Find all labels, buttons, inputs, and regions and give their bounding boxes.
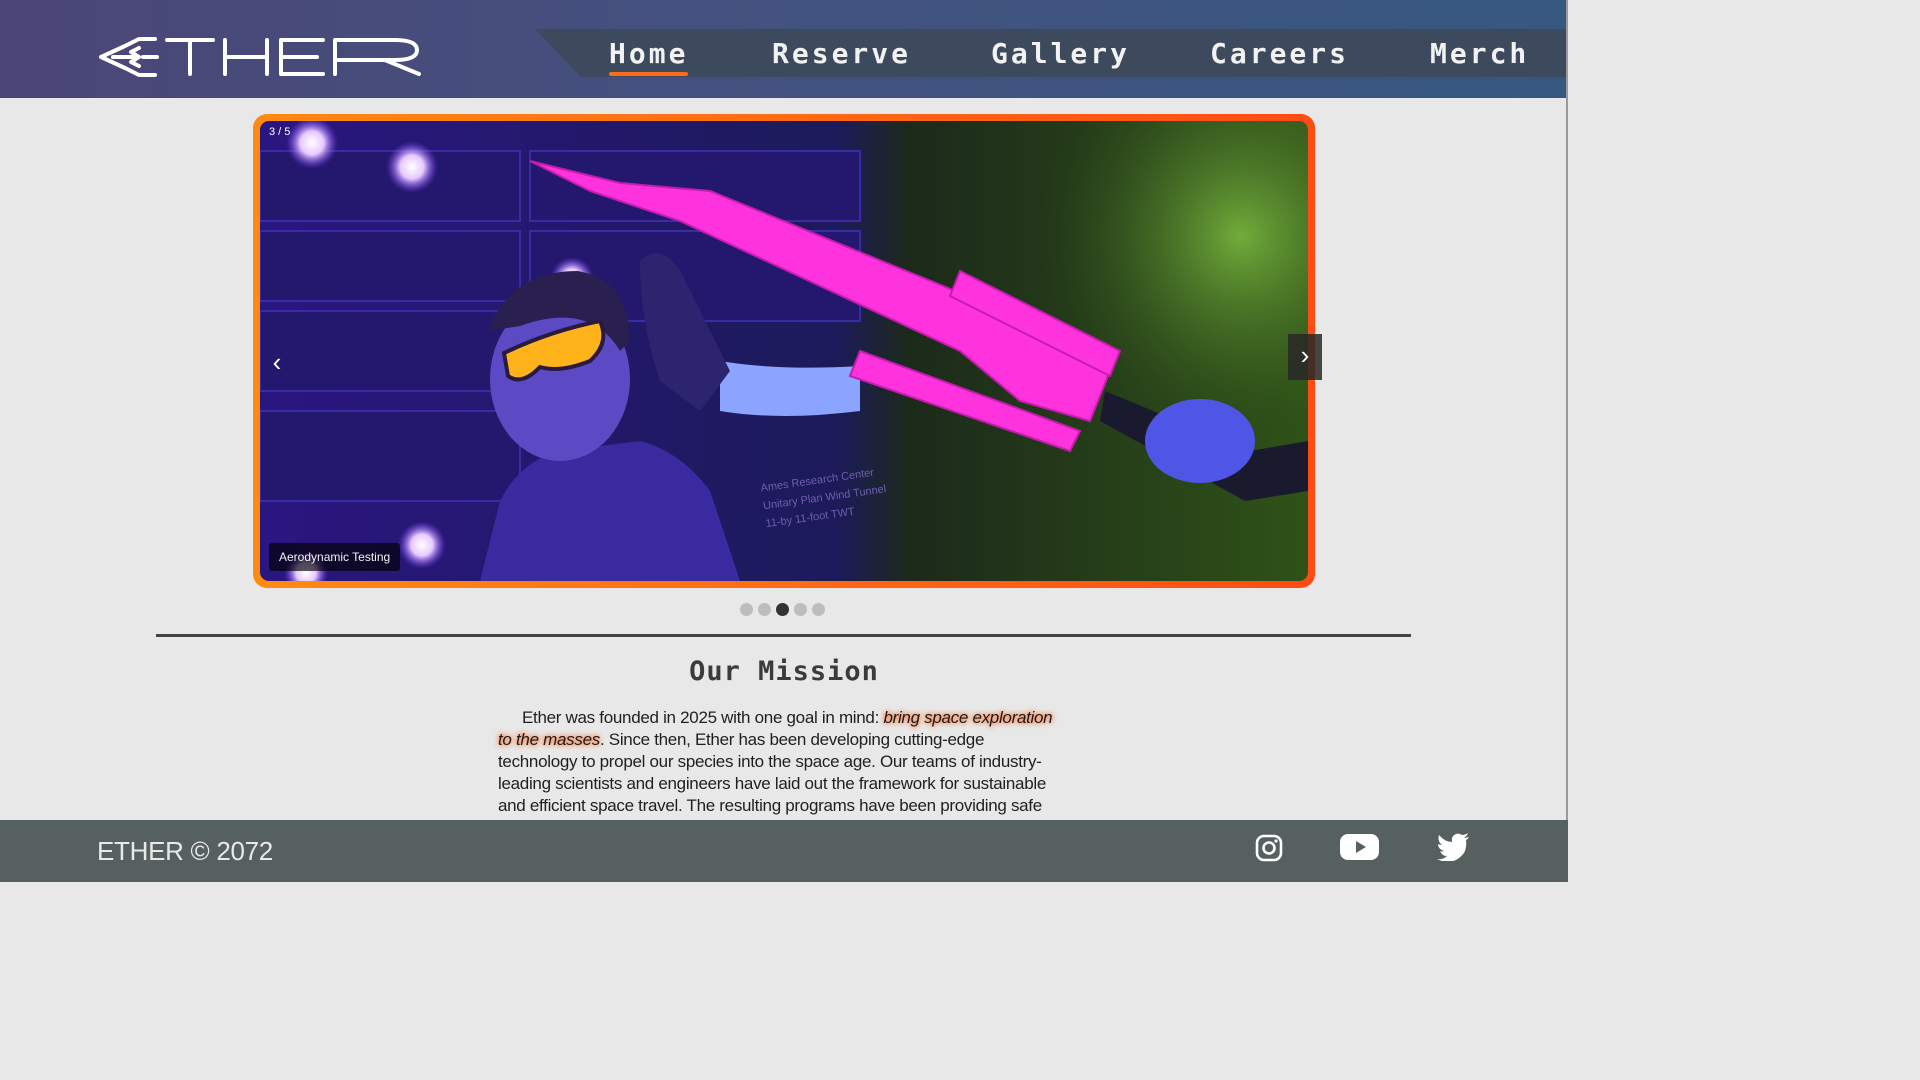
mission-title: Our Mission xyxy=(689,656,879,687)
carousel-dot-2[interactable] xyxy=(758,603,771,616)
slide-image: Ames Research Center Unitary Plan Wind T… xyxy=(260,121,1308,581)
nav-careers[interactable]: Careers xyxy=(1210,36,1349,72)
carousel-next-button[interactable]: › xyxy=(1288,334,1322,380)
carousel-dot-1[interactable] xyxy=(740,603,753,616)
twitter-icon[interactable] xyxy=(1437,833,1470,861)
nav-merch[interactable]: Merch xyxy=(1430,36,1529,72)
nav-home[interactable]: Home xyxy=(609,36,689,76)
image-carousel: Ames Research Center Unitary Plan Wind T… xyxy=(253,114,1322,588)
slide-caption: Aerodynamic Testing xyxy=(269,543,401,571)
youtube-icon[interactable] xyxy=(1340,833,1379,861)
ether-logo[interactable] xyxy=(95,36,423,78)
nav-gallery[interactable]: Gallery xyxy=(991,36,1130,72)
instagram-icon[interactable] xyxy=(1255,834,1283,862)
carousel-dots xyxy=(740,603,825,616)
carousel-slide: Ames Research Center Unitary Plan Wind T… xyxy=(260,121,1308,581)
slide-counter: 3 / 5 xyxy=(269,126,291,138)
footer-copyright: ETHER © 2072 xyxy=(97,836,273,866)
section-divider xyxy=(156,634,1411,637)
page-scrollbar[interactable] xyxy=(1566,0,1568,820)
carousel-dot-4[interactable] xyxy=(794,603,807,616)
carousel-dot-5[interactable] xyxy=(812,603,825,616)
carousel-prev-button[interactable]: ‹ xyxy=(260,341,294,387)
nav-reserve[interactable]: Reserve xyxy=(772,36,911,72)
mission-text-intro: Ether was founded in 2025 with one goal … xyxy=(522,708,884,727)
site-footer: ETHER © 2072 xyxy=(0,820,1568,882)
carousel-dot-3[interactable] xyxy=(776,603,789,616)
